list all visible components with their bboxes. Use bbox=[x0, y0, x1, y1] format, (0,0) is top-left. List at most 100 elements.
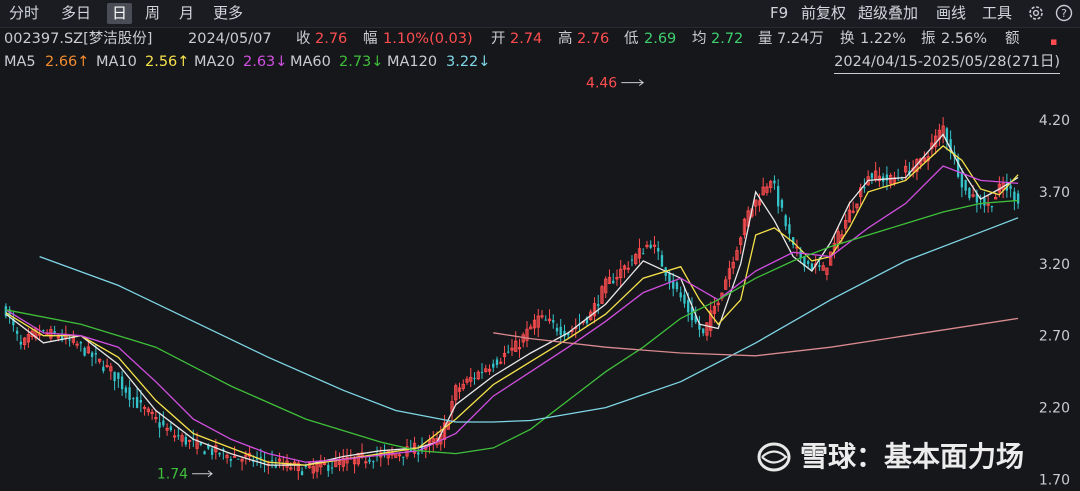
candle-body bbox=[117, 372, 120, 379]
candle-body bbox=[1009, 185, 1012, 189]
candle-body bbox=[300, 471, 304, 476]
turnover-label: 换 bbox=[840, 31, 855, 47]
volume-value: 7.24万 bbox=[777, 31, 824, 47]
ma10-value: 2.56↑ bbox=[145, 54, 190, 70]
candle-body bbox=[113, 371, 116, 382]
stock-code: 002397.SZ[梦洁股份] bbox=[4, 31, 153, 47]
candle-body bbox=[1013, 191, 1016, 201]
ma60-line bbox=[5, 199, 1019, 455]
amplitude-label: 振 bbox=[921, 31, 936, 47]
ma60-label: MA60 bbox=[290, 54, 331, 70]
candle-body bbox=[372, 461, 375, 463]
candle-body bbox=[132, 398, 135, 400]
ma120-line bbox=[39, 217, 1019, 423]
candle-body bbox=[784, 215, 787, 227]
candle-body bbox=[807, 261, 810, 264]
f9-button[interactable]: F9 bbox=[770, 3, 788, 24]
ma10-label: MA10 bbox=[96, 54, 137, 70]
y-tick-label: 3.20 bbox=[1039, 257, 1070, 273]
tools-button[interactable]: 工具 bbox=[982, 3, 1012, 24]
low-label: 低 bbox=[624, 31, 639, 47]
candle-body bbox=[169, 426, 172, 430]
candle-body bbox=[15, 330, 19, 334]
tab-intraday[interactable]: 分时 bbox=[4, 3, 44, 24]
amount-label: 额 bbox=[1005, 31, 1020, 47]
candle-body bbox=[773, 180, 776, 184]
ma60-value: 2.73↓ bbox=[339, 54, 384, 70]
candle-body bbox=[900, 178, 904, 180]
candle-body bbox=[102, 366, 105, 372]
ma20-label: MA20 bbox=[194, 54, 235, 70]
candle-body bbox=[120, 376, 124, 390]
high-value: 2.76 bbox=[577, 31, 610, 47]
ma5-line bbox=[5, 133, 1019, 466]
candle-body bbox=[780, 199, 784, 208]
candle-body bbox=[818, 265, 821, 268]
tab-monthly[interactable]: 月 bbox=[174, 3, 199, 24]
date-range[interactable]: 2024/04/15-2025/05/28(271日) bbox=[834, 51, 1060, 74]
candle-body bbox=[642, 253, 645, 255]
candle-body bbox=[657, 247, 660, 252]
candle-body bbox=[863, 187, 866, 189]
candle-body bbox=[630, 259, 634, 261]
ma5-label: MA5 bbox=[4, 54, 36, 70]
y-tick-label: 3.70 bbox=[1039, 185, 1070, 201]
toolbar: 分时 多日 日 周 月 更多 F9 前复权 超级叠加 画线 工具 ? bbox=[0, 0, 1080, 28]
candle-body bbox=[612, 280, 615, 284]
xueqiu-logo-icon bbox=[757, 442, 791, 472]
avg-label: 均 bbox=[692, 31, 707, 47]
candle-body bbox=[237, 458, 240, 460]
tab-multi-day[interactable]: 多日 bbox=[56, 3, 96, 24]
candle-body bbox=[417, 452, 420, 455]
candle-body bbox=[158, 422, 161, 428]
candle-body bbox=[480, 371, 484, 373]
y-tick-label: 2.70 bbox=[1039, 329, 1070, 345]
candle-body bbox=[218, 452, 221, 455]
tab-more[interactable]: 更多 bbox=[208, 3, 248, 24]
ma10-line bbox=[5, 145, 1019, 466]
close-value: 2.76 bbox=[315, 31, 348, 47]
candle-body bbox=[68, 339, 71, 341]
candle-body bbox=[777, 185, 780, 207]
adjust-button[interactable]: 前复权 bbox=[801, 3, 846, 24]
volume-label: 量 bbox=[758, 31, 773, 47]
candle-body bbox=[683, 294, 686, 304]
candle-body bbox=[687, 300, 690, 313]
overlay-button[interactable]: 超级叠加 bbox=[858, 3, 918, 24]
avg-value: 2.72 bbox=[711, 31, 744, 47]
tab-weekly[interactable]: 周 bbox=[140, 3, 165, 24]
kline-chart[interactable]: 4.20 3.70 3.20 2.70 2.20 1.70 4.46 1.74 bbox=[0, 74, 1080, 491]
candle-body bbox=[203, 451, 206, 455]
ma120-label: MA120 bbox=[387, 54, 438, 70]
candle-body bbox=[507, 351, 510, 353]
candle-body bbox=[1016, 193, 1020, 204]
tab-daily[interactable]: 日 bbox=[107, 3, 133, 24]
candle-body bbox=[964, 180, 967, 191]
candle-body bbox=[990, 206, 994, 208]
candle-body bbox=[473, 377, 476, 379]
candle-body bbox=[552, 320, 555, 323]
change-label: 幅 bbox=[363, 31, 378, 47]
amplitude-value: 2.56% bbox=[941, 31, 988, 47]
candle-body bbox=[960, 172, 964, 188]
candle-body bbox=[83, 348, 86, 356]
candle-body bbox=[870, 173, 874, 179]
candle-body bbox=[983, 197, 986, 206]
candle-body bbox=[495, 359, 499, 365]
candle-body bbox=[799, 250, 802, 258]
candle-body bbox=[184, 436, 187, 445]
draw-line-button[interactable]: 画线 bbox=[936, 3, 966, 24]
candle-body bbox=[402, 456, 405, 458]
candle-body bbox=[679, 292, 682, 298]
settings-icon[interactable] bbox=[1027, 4, 1045, 22]
candle-body bbox=[94, 353, 98, 355]
ma20-value: 2.63↓ bbox=[243, 54, 288, 70]
candle-body bbox=[53, 331, 56, 334]
high-label: 高 bbox=[558, 31, 573, 47]
candle-body bbox=[675, 282, 679, 290]
ma120-value: 3.22↓ bbox=[446, 54, 491, 70]
ma5-value: 2.66↑ bbox=[45, 54, 90, 70]
help-icon[interactable]: ? bbox=[1055, 4, 1073, 22]
y-tick-label: 4.20 bbox=[1039, 113, 1070, 129]
candle-body bbox=[559, 326, 562, 336]
